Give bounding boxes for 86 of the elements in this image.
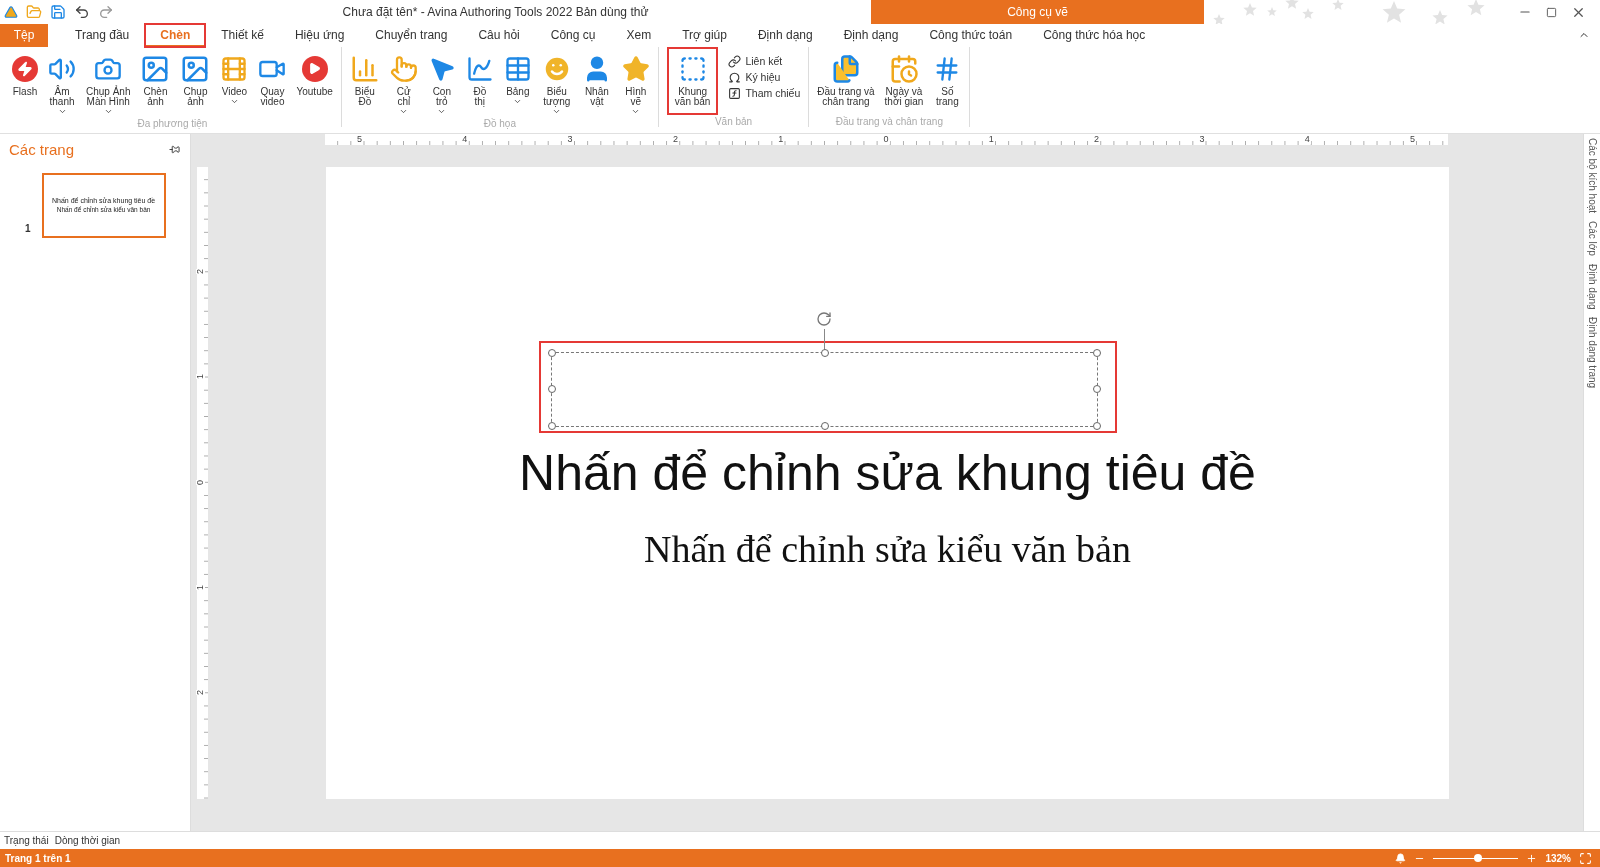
omega-icon [728, 70, 742, 84]
resize-handle[interactable] [548, 421, 556, 430]
ribbon-button[interactable]: Youtube [292, 52, 337, 99]
group-label: Đồ họa [482, 117, 517, 129]
title-text-field[interactable]: Nhấn để chỉnh sửa khung tiêu đề [519, 442, 1256, 503]
ribbon-small-button[interactable]: Tham chiếu [724, 86, 805, 100]
panel-title: Các trang [9, 141, 75, 159]
ribbon-button[interactable]: Hình vẽ [617, 52, 654, 118]
side-panel-tab[interactable]: Các bộ kích hoạt [1586, 137, 1598, 213]
restore-icon[interactable] [1546, 6, 1557, 18]
ribbon-tab[interactable]: Câu hỏi [463, 24, 535, 47]
window-title: Chưa đặt tên* - Avina Authoring Tools 2022 Bản dùng thử [341, 4, 650, 21]
ribbon-button[interactable]: Chèn ảnh [136, 52, 175, 109]
calendar-clock-icon [888, 53, 919, 84]
ribbon-tab[interactable]: Chuyển trang [360, 24, 463, 47]
film-icon [220, 54, 249, 83]
ribbon-button[interactable]: Số trang [929, 52, 966, 109]
ribbon-tab[interactable]: Trợ giúp [667, 24, 742, 47]
zoom-in-icon[interactable] [1526, 852, 1538, 864]
group-label: Văn bản [713, 115, 754, 127]
ribbon-tab[interactable]: Hiệu ứng [279, 24, 360, 47]
ribbon-button[interactable]: Chụp ảnh [176, 52, 215, 109]
group-label: Đầu trang và chân trang [834, 115, 944, 127]
hand-icon [389, 54, 418, 83]
side-panel-tab[interactable]: Các lớp [1586, 221, 1598, 256]
resize-handle[interactable] [1093, 348, 1101, 357]
ribbon-button[interactable]: Flash [8, 52, 42, 99]
bottom-panel-tab[interactable]: Dòng thời gian [54, 835, 121, 847]
ribbon-button[interactable]: Chụp Ảnh Màn Hình [82, 52, 135, 118]
resize-handle[interactable] [820, 348, 829, 357]
ribbon-button[interactable]: Video [216, 52, 253, 108]
fit-to-window-icon[interactable] [1579, 851, 1592, 865]
link-icon [728, 54, 742, 68]
resize-handle[interactable] [1093, 385, 1101, 394]
page-status: Trang 1 trên 1 [5, 852, 71, 864]
horizontal-ruler: 5 4 3 2 1 0 1 2 3 4 5 [325, 133, 1448, 145]
ribbon-button[interactable]: Quay video [254, 52, 291, 109]
resize-handle[interactable] [820, 421, 829, 430]
ribbon-button[interactable]: Biểu Đồ [345, 52, 384, 109]
ribbon-button[interactable]: Đồ thị [461, 52, 498, 109]
bell-icon[interactable] [1395, 852, 1407, 864]
group-label: Đa phương tiện [136, 117, 209, 129]
ribbon-tab[interactable]: Công thức toán [914, 24, 1028, 47]
ribbon-button[interactable]: Ngày và thời gian [880, 52, 928, 109]
redo-icon[interactable] [98, 4, 114, 20]
ribbon-button[interactable]: Biểu tượng [537, 52, 576, 118]
ribbon-button[interactable]: Bảng [499, 52, 536, 108]
ribbon-button[interactable]: Âm thanh [44, 52, 80, 118]
star-icon [621, 54, 650, 83]
ribbon-button[interactable]: Cử chỉ [385, 52, 422, 118]
ribbon-tab[interactable]: Công cụ [535, 24, 611, 47]
text-frame-icon [678, 54, 707, 83]
table-icon [503, 54, 532, 83]
resize-handle[interactable] [548, 385, 556, 394]
undo-icon[interactable] [74, 4, 90, 20]
ribbon-small-button[interactable]: Ký hiệu [724, 70, 805, 84]
ribbon-button[interactable]: Khung văn bản [668, 48, 717, 113]
rotate-handle-icon[interactable] [816, 310, 832, 327]
resize-handle[interactable] [548, 348, 556, 357]
ribbon-button[interactable]: Con trỏ [423, 52, 460, 118]
page-number: 1 [25, 222, 31, 234]
function-icon [728, 86, 742, 100]
save-icon[interactable] [50, 4, 66, 20]
ribbon-small-button[interactable]: Liên kết [724, 54, 805, 68]
ribbon-button[interactable]: Đầu trang và chân trang [813, 52, 879, 109]
subtitle-text-field[interactable]: Nhấn để chỉnh sửa kiểu văn bản [644, 526, 1131, 571]
bottom-panel-tab[interactable]: Trạng thái [4, 835, 49, 847]
ribbon-tab[interactable]: Xem [611, 24, 667, 47]
folder-icon[interactable] [26, 4, 42, 20]
ribbon-tab[interactable]: Thiết kế [206, 24, 279, 47]
zoom-level: 132% [1545, 852, 1571, 864]
resize-handle[interactable] [1093, 421, 1101, 430]
side-panel-tab[interactable]: Định dạng trang [1586, 317, 1598, 389]
ribbon-tab[interactable]: Trang đầu [60, 24, 145, 47]
line-chart-icon [465, 54, 494, 83]
context-tab-header: Công cụ vẽ [871, 0, 1204, 24]
pin-icon[interactable] [169, 144, 180, 156]
play-icon [301, 55, 328, 82]
ribbon-tab[interactable]: Định dạng [828, 24, 914, 47]
ribbon-button[interactable]: Nhân vật [577, 52, 616, 109]
lightning-icon [12, 55, 38, 82]
ribbon-tab[interactable]: Định dạng [742, 24, 828, 47]
side-panel-tab[interactable]: Định dạng [1586, 263, 1598, 310]
vertical-ruler: 2 1 0 1 2 [197, 166, 208, 799]
ribbon-tab[interactable]: Công thức hóa học [1028, 24, 1161, 47]
app-logo-icon [4, 5, 18, 19]
